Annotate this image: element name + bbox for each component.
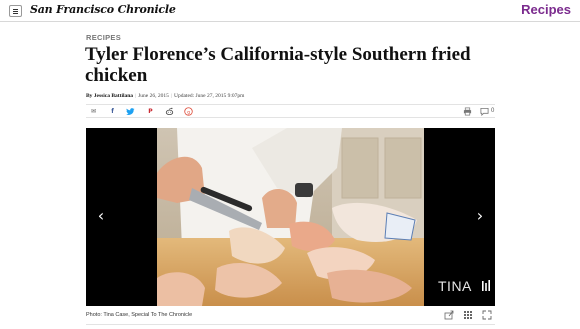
watermark-bars-icon bbox=[482, 280, 490, 291]
section-title[interactable]: Recipes bbox=[521, 2, 571, 17]
article-kicker[interactable]: RECIPES bbox=[86, 33, 121, 42]
gallery-next-button[interactable]: › bbox=[473, 206, 487, 226]
menu-icon[interactable] bbox=[9, 5, 22, 17]
share-photo-icon[interactable] bbox=[444, 310, 454, 320]
fullscreen-icon[interactable] bbox=[482, 310, 492, 320]
grid-view-icon[interactable] bbox=[463, 310, 473, 320]
byline-separator: | bbox=[170, 93, 172, 99]
masthead-logo[interactable]: San Francisco Chronicle bbox=[30, 3, 176, 16]
gallery-prev-button[interactable]: ‹ bbox=[94, 206, 108, 226]
updated-date: Updated: June 27, 2015 9:07pm bbox=[174, 93, 245, 99]
twitter-icon[interactable] bbox=[126, 107, 135, 116]
svg-text:g: g bbox=[187, 110, 190, 115]
author-name[interactable]: By Jessica Battilana bbox=[86, 93, 133, 99]
comment-icon[interactable] bbox=[480, 107, 489, 117]
caption-bar: Photo: Tina Case, Special To The Chronic… bbox=[86, 307, 495, 325]
byline: By Jessica Battilana | June 26, 2015 | Updat… bbox=[86, 93, 244, 99]
share-bar: ✉ f P g 0 bbox=[86, 104, 495, 118]
photo-watermark: TINA bbox=[438, 278, 472, 294]
publish-date: June 26, 2015 bbox=[138, 93, 169, 99]
google-plus-icon[interactable]: g bbox=[184, 107, 193, 116]
byline-separator: | bbox=[135, 93, 137, 99]
reddit-icon[interactable] bbox=[165, 107, 174, 116]
top-bar: San Francisco Chronicle Recipes bbox=[0, 0, 580, 22]
article-headline: Tyler Florence’s California-style Southe… bbox=[85, 44, 471, 86]
facebook-icon[interactable]: f bbox=[108, 107, 117, 116]
comment-count[interactable]: 0 bbox=[491, 107, 494, 116]
photo-caption: Photo: Tina Case, Special To The Chronic… bbox=[86, 312, 193, 318]
mail-icon[interactable]: ✉ bbox=[89, 107, 98, 116]
gallery-photo[interactable] bbox=[157, 128, 424, 306]
pinterest-icon[interactable]: P bbox=[146, 107, 155, 116]
print-icon[interactable] bbox=[463, 107, 472, 116]
photo-gallery: ‹ › TINA bbox=[86, 128, 495, 306]
